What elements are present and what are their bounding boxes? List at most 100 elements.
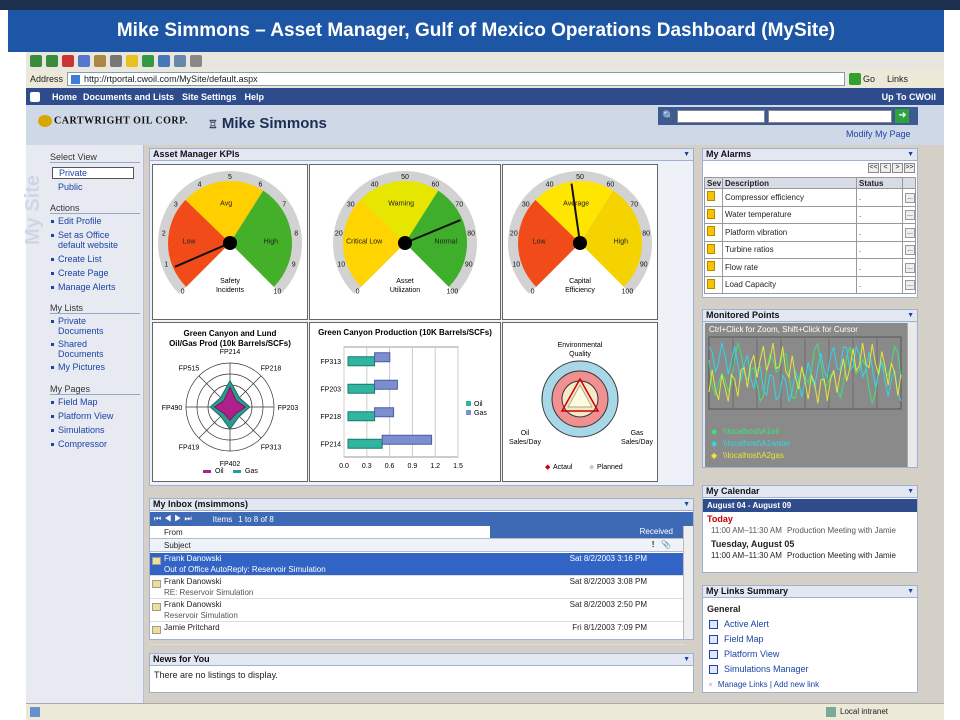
legend-actual-icon: ◆ xyxy=(545,464,551,471)
calendar-event2-time: 11:00 AM–11:30 AM xyxy=(711,551,782,560)
nav-documents[interactable]: Documents and Lists xyxy=(83,92,174,102)
inbox-row[interactable]: Frank Danowski Out of Office AutoReply: R… xyxy=(150,553,685,576)
more-button[interactable]: ... xyxy=(905,262,915,273)
inbox-title-text: My Inbox (msimmons) xyxy=(153,499,249,509)
page-compressor[interactable]: Compressor xyxy=(58,439,107,449)
manage-links[interactable]: Manage Links xyxy=(718,680,768,689)
first-page-button[interactable]: << xyxy=(868,163,879,173)
alarm-row[interactable]: Platform vibration.... xyxy=(704,223,916,242)
refresh-icon[interactable] xyxy=(78,55,90,67)
legend-gas: Gas xyxy=(474,410,487,417)
inbox-row[interactable]: Frank Danowski RE: Reservoir Simulation Sa… xyxy=(150,576,685,599)
action-edit-profile[interactable]: Edit Profile xyxy=(58,216,138,226)
list-shared-docs[interactable]: Shared Documents xyxy=(58,339,118,359)
address-input[interactable]: http://rtportal.cwoil.com/MySite/default… xyxy=(67,72,846,86)
nav-home[interactable]: Home xyxy=(52,92,77,102)
gauge-tick-label: 50 xyxy=(576,174,584,181)
modify-my-page[interactable]: Modify My Page xyxy=(846,129,911,139)
col-received[interactable]: Received xyxy=(490,526,685,538)
search-scope-select[interactable]: This personal site xyxy=(677,109,766,123)
chevron-down-icon[interactable]: ▼ xyxy=(683,654,690,665)
gauge-zone-label: Critical Low xyxy=(346,238,383,245)
col-description: Description xyxy=(722,177,857,189)
search-icon[interactable] xyxy=(110,55,122,67)
chevron-down-icon[interactable]: ▼ xyxy=(683,149,690,160)
inbox-header-subject: Subject ! 📎 xyxy=(150,539,685,552)
inbox-row[interactable]: Jamie Pritchard Fri 8/1/2003 7:09 PM xyxy=(150,622,685,645)
chevron-down-icon[interactable]: ▼ xyxy=(907,310,914,321)
page-simulations[interactable]: Simulations xyxy=(58,425,105,435)
add-new-link[interactable]: Add new link xyxy=(774,680,819,689)
page-field-map[interactable]: Field Map xyxy=(58,397,98,407)
legend-swatch-oil xyxy=(466,401,471,406)
list-private-docs[interactable]: Private Documents xyxy=(58,316,118,336)
warning-icon xyxy=(707,261,715,272)
importance-icon[interactable]: ! 📎 xyxy=(652,540,671,549)
stop-icon[interactable] xyxy=(62,55,74,67)
calendar-event[interactable]: Production Meeting with Jamie xyxy=(787,526,896,535)
alarm-action: ... xyxy=(902,223,916,242)
home-icon[interactable] xyxy=(94,55,106,67)
gauge-zone-label: Low xyxy=(183,238,197,245)
page-platform-view[interactable]: Platform View xyxy=(58,411,113,421)
action-create-page[interactable]: Create Page xyxy=(58,268,109,278)
legend-gas: Gas xyxy=(245,468,258,475)
link-active-alert[interactable]: Active Alert xyxy=(709,619,769,630)
list-my-pictures[interactable]: My Pictures xyxy=(58,362,105,372)
links-button[interactable]: Links xyxy=(887,74,908,84)
next-page-button[interactable]: > xyxy=(892,163,903,173)
link-platform-view[interactable]: Platform View xyxy=(709,649,779,660)
chevron-down-icon[interactable]: ▼ xyxy=(907,149,914,160)
chevron-down-icon[interactable]: ▼ xyxy=(683,499,690,510)
alarm-row[interactable]: Load Capacity.... xyxy=(704,275,916,294)
more-button[interactable]: ... xyxy=(905,245,915,256)
alarm-row[interactable]: Turbine ratios.... xyxy=(704,240,916,259)
print-icon[interactable] xyxy=(190,55,202,67)
scrollbar[interactable] xyxy=(907,323,916,467)
view-private[interactable]: Private xyxy=(52,167,134,179)
action-manage-alerts[interactable]: Manage Alerts xyxy=(58,282,116,292)
search-input[interactable] xyxy=(768,109,893,123)
more-button[interactable]: ... xyxy=(905,280,915,291)
alarm-sev xyxy=(704,188,723,207)
links-title-text: My Links Summary xyxy=(706,586,789,596)
page-title: ♖ Mike Simmons xyxy=(208,115,327,132)
legend-planned-icon: ◆ xyxy=(589,464,595,471)
news-title-text: News for You xyxy=(153,654,210,664)
go-button[interactable]: Go xyxy=(849,73,875,85)
alarm-row[interactable]: Compressor efficiency.... xyxy=(704,188,916,207)
inbox-nav-icons[interactable]: ⏮◀▶⏭ xyxy=(154,514,195,524)
col-subject[interactable]: Subject xyxy=(164,541,191,550)
trend-panel[interactable]: Ctrl+Click for Zoom, Shift+Click for Cur… xyxy=(705,323,907,467)
view-public[interactable]: Public xyxy=(58,182,83,192)
gauge-label: Capital xyxy=(569,278,591,285)
action-create-list[interactable]: Create List xyxy=(58,254,102,264)
inbox-row[interactable]: Frank Danowski Reservoir Simulation Sat 8/… xyxy=(150,599,685,622)
nav-help[interactable]: Help xyxy=(245,92,265,102)
mail-icon[interactable] xyxy=(174,55,186,67)
col-from[interactable]: From xyxy=(164,528,183,537)
nav-up-to[interactable]: Up To CWOil xyxy=(882,92,936,102)
link-field-map[interactable]: Field Map xyxy=(709,634,764,645)
more-button[interactable]: ... xyxy=(905,227,915,238)
nav-site-settings[interactable]: Site Settings xyxy=(182,92,237,102)
alarm-row[interactable]: Flow rate.... xyxy=(704,258,916,277)
action-set-default[interactable]: Set as Office default website xyxy=(58,230,128,250)
calendar-event2[interactable]: Production Meeting with Jamie xyxy=(787,551,896,560)
history-icon[interactable] xyxy=(158,55,170,67)
chevron-down-icon[interactable]: ▼ xyxy=(907,486,914,497)
inbox-scrollbar[interactable] xyxy=(683,526,693,639)
last-page-button[interactable]: >> xyxy=(904,163,915,173)
back-icon[interactable] xyxy=(30,55,42,67)
search-go-button[interactable]: ➜ xyxy=(895,109,910,123)
favorites-icon[interactable] xyxy=(126,55,138,67)
prev-page-button[interactable]: < xyxy=(880,163,891,173)
news-title: News for You ▼ xyxy=(150,654,693,666)
forward-icon[interactable] xyxy=(46,55,58,67)
more-button[interactable]: ... xyxy=(905,192,915,203)
chevron-down-icon[interactable]: ▼ xyxy=(907,586,914,597)
more-button[interactable]: ... xyxy=(905,210,915,221)
media-icon[interactable] xyxy=(142,55,154,67)
link-simulations-manager[interactable]: Simulations Manager xyxy=(709,664,809,675)
alarm-row[interactable]: Water temperature.... xyxy=(704,205,916,224)
